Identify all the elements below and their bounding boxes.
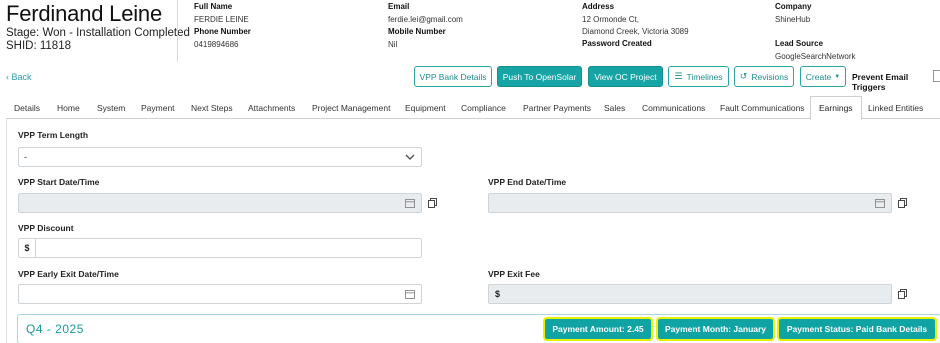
vpp-discount-input[interactable]: $	[18, 238, 422, 258]
calendar-icon	[875, 199, 885, 208]
tab-next-steps[interactable]: Next Steps	[183, 96, 241, 119]
chevron-down-icon	[405, 154, 415, 160]
prevent-email-triggers-label: Prevent Email Triggers	[852, 72, 909, 92]
currency-prefix: $	[19, 239, 36, 257]
tab-partner-payments[interactable]: Partner Payments	[515, 96, 599, 119]
phone-label: Phone Number	[194, 27, 251, 36]
tab-home[interactable]: Home	[49, 96, 88, 119]
vpp-term-length-select[interactable]: -	[18, 147, 422, 167]
timelines-button[interactable]: ☰ Timelines	[668, 66, 729, 87]
password-label: Password Created	[582, 39, 652, 48]
vpp-exit-fee-input[interactable]: $	[488, 284, 892, 304]
revisions-button[interactable]: ↺ Revisions	[734, 66, 794, 87]
create-label: Create	[805, 71, 832, 82]
tab-communications[interactable]: Communications	[634, 96, 713, 119]
tab-bar: Details Home System Payment Next Steps A…	[6, 96, 940, 120]
view-oc-project-button[interactable]: View OC Project	[588, 66, 663, 87]
quarter-earnings-card: Q4 - 2025 Payment Amount: 2.45 Payment M…	[17, 314, 940, 343]
address-label: Address	[582, 2, 615, 11]
payment-month-badge: Payment Month: January	[656, 317, 775, 341]
tab-attachments[interactable]: Attachments	[240, 96, 303, 119]
customer-name: Ferdinand Leine	[6, 1, 163, 26]
tab-linked-entities[interactable]: Linked Entities	[860, 96, 931, 119]
mobile-label: Mobile Number	[388, 27, 446, 36]
mobile-value: Nil	[388, 40, 398, 49]
vpp-bank-details-button[interactable]: VPP Bank Details	[414, 66, 492, 87]
timelines-label: Timelines	[686, 71, 723, 82]
push-to-opensolar-button[interactable]: Push To OpenSolar	[497, 66, 582, 87]
back-link[interactable]: ‹ Back	[6, 72, 32, 82]
email-value: ferdie.lei@gmail.com	[388, 15, 463, 24]
copy-icon[interactable]	[428, 198, 437, 208]
vpp-start-date-input[interactable]	[18, 193, 422, 213]
header-divider	[177, 0, 178, 62]
revisions-label: Revisions	[751, 71, 789, 82]
company-value: ShineHub	[775, 15, 811, 24]
tab-fault-communications[interactable]: Fault Communications	[712, 96, 813, 119]
copy-icon[interactable]	[898, 198, 907, 208]
currency-prefix: $	[494, 289, 500, 299]
action-toolbar: ‹ Back VPP Bank Details Push To OpenSola…	[0, 64, 940, 94]
back-label: Back	[11, 72, 32, 82]
calendar-icon	[405, 290, 415, 299]
email-label: Email	[388, 2, 410, 11]
company-label: Company	[775, 2, 812, 11]
calendar-icon	[405, 199, 415, 208]
vpp-term-length-label: VPP Term Length	[18, 130, 89, 140]
customer-shid: SHID: 11818	[6, 40, 71, 52]
customer-header: Ferdinand Leine Stage: Won - Installatio…	[0, 0, 940, 62]
full-name-label: Full Name	[194, 2, 233, 11]
quarter-title: Q4 - 2025	[26, 322, 84, 336]
vpp-end-date-input[interactable]	[488, 193, 892, 213]
prevent-email-triggers-checkbox[interactable]	[933, 70, 940, 82]
vpp-early-exit-label: VPP Early Exit Date/Time	[18, 269, 119, 279]
lead-source-label: Lead Source	[775, 39, 824, 48]
tab-sales[interactable]: Sales	[596, 96, 633, 119]
history-icon: ↺	[739, 71, 748, 81]
vpp-exit-fee-label: VPP Exit Fee	[488, 269, 540, 279]
address-line1: 12 Ormonde Ct,	[582, 15, 639, 24]
create-dropdown-button[interactable]: Create ▼	[800, 66, 846, 87]
tab-equipment[interactable]: Equipment	[397, 96, 454, 119]
earnings-panel: VPP Term Length - VPP Start Date/Time VP…	[6, 119, 940, 343]
tab-payment[interactable]: Payment	[133, 96, 183, 119]
vpp-discount-label: VPP Discount	[18, 223, 74, 233]
lead-source-value: GoogleSearchNetwork	[775, 52, 856, 61]
vpp-early-exit-input[interactable]	[18, 284, 422, 304]
tab-system[interactable]: System	[89, 96, 133, 119]
payment-status-badge: Payment Status: Paid Bank Details	[777, 317, 937, 341]
vpp-start-date-label: VPP Start Date/Time	[18, 177, 100, 187]
tab-earnings[interactable]: Earnings	[810, 96, 862, 120]
customer-stage: Stage: Won - Installation Completed	[6, 27, 190, 39]
list-icon: ☰	[674, 71, 683, 81]
vpp-end-date-label: VPP End Date/Time	[488, 177, 567, 187]
caret-down-icon: ▼	[834, 73, 841, 80]
full-name-value: FERDIE LEINE	[194, 15, 249, 24]
copy-icon[interactable]	[898, 289, 907, 299]
phone-value: 0419894686	[194, 40, 239, 49]
vpp-term-length-value: -	[24, 152, 27, 162]
tab-compliance[interactable]: Compliance	[453, 96, 514, 119]
payment-amount-badge: Payment Amount: 2.45	[543, 317, 653, 341]
tab-project-management[interactable]: Project Management	[304, 96, 398, 119]
address-line2: Diamond Creek, Victoria 3089	[582, 27, 689, 36]
tab-details[interactable]: Details	[6, 96, 48, 119]
